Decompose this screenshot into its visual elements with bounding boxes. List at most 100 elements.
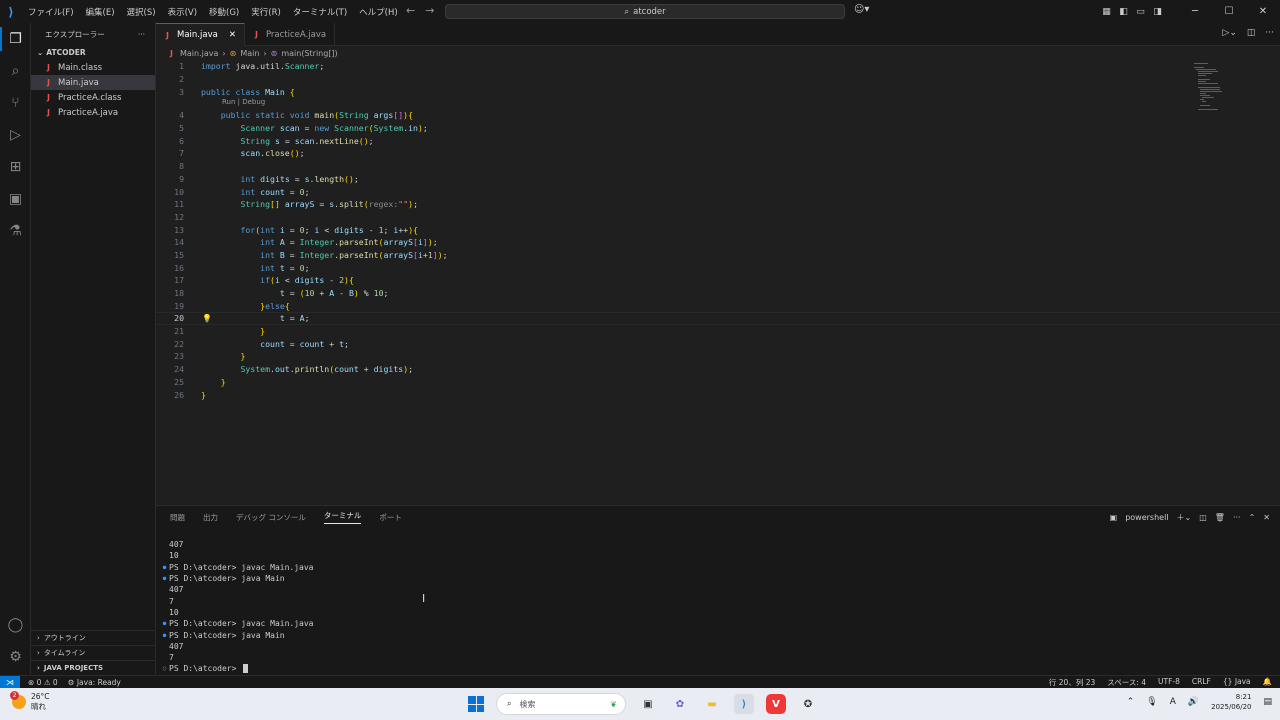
- clock[interactable]: 8:21 2025/06/20: [1211, 692, 1251, 712]
- account-icon[interactable]: ◯: [0, 609, 31, 641]
- close-panel-icon[interactable]: ✕: [1263, 513, 1270, 522]
- java-file-icon: J: [254, 30, 258, 39]
- panel-tab[interactable]: 出力: [203, 512, 218, 523]
- close-window-icon[interactable]: ✕: [1246, 6, 1280, 17]
- copilot-icon[interactable]: ☺▾: [854, 4, 869, 15]
- menu-item[interactable]: ヘルプ(H): [353, 6, 404, 18]
- app-icon[interactable]: ✪: [798, 694, 818, 714]
- more-actions-icon[interactable]: ···: [1233, 513, 1241, 522]
- breadcrumb-item[interactable]: Main.java: [180, 49, 218, 58]
- back-arrow-icon[interactable]: ←: [406, 4, 415, 17]
- toggle-panel-icon[interactable]: ▭: [1132, 7, 1149, 17]
- line-number: 12: [174, 211, 184, 222]
- volume-icon[interactable]: 🔊: [1188, 697, 1199, 707]
- toggle-sidebar-icon[interactable]: ◧: [1115, 7, 1132, 17]
- code-line: 3 public class Main {: [156, 85, 1280, 98]
- run-debug-icon[interactable]: ▷: [0, 119, 31, 151]
- menu-item[interactable]: 編集(E): [80, 6, 121, 18]
- extensions-icon[interactable]: ⊞: [0, 151, 31, 183]
- more-actions-icon[interactable]: ···: [138, 30, 145, 39]
- code-editor[interactable]: 1 import java.util.Scanner; 2 3 public class…: [156, 60, 1280, 401]
- maximize-panel-icon[interactable]: ⌃: [1249, 513, 1256, 522]
- settings-gear-icon[interactable]: ⚙: [0, 641, 31, 673]
- task-view-icon[interactable]: ▣: [638, 694, 658, 714]
- menu-item[interactable]: 選択(S): [121, 6, 162, 18]
- language-mode[interactable]: {} Java: [1223, 677, 1251, 688]
- terminal-line: ● PS D:\atcoder> java Main: [160, 573, 1260, 584]
- file-item[interactable]: J PracticeA.class: [31, 90, 155, 105]
- file-item[interactable]: J PracticeA.java: [31, 105, 155, 120]
- maximize-icon[interactable]: ☐: [1212, 6, 1246, 17]
- notification-icon[interactable]: ▤: [1263, 697, 1272, 707]
- terminal-text: PS D:\atcoder>: [169, 664, 242, 674]
- new-terminal-icon[interactable]: ＋⌄: [1177, 512, 1192, 523]
- terminal-line: ● PS D:\atcoder> javac Main.java: [160, 618, 1260, 629]
- copilot-app-icon[interactable]: ✿: [670, 694, 690, 714]
- minimize-icon[interactable]: ─: [1178, 6, 1212, 17]
- split-terminal-icon[interactable]: ◫: [1199, 513, 1207, 522]
- file-label: PracticeA.class: [58, 92, 122, 103]
- forward-arrow-icon[interactable]: →: [425, 4, 434, 17]
- terminal-shell-label[interactable]: powershell: [1125, 513, 1168, 522]
- remote-indicator-icon[interactable]: ⋊: [0, 675, 20, 689]
- layout-icon[interactable]: ▦: [1098, 7, 1115, 17]
- chevron-right-icon: ›: [37, 649, 40, 657]
- file-item[interactable]: J Main.java: [31, 75, 155, 90]
- vivaldi-icon[interactable]: V: [766, 694, 786, 714]
- explorer-header: エクスプローラー ···: [31, 23, 155, 45]
- ime-icon[interactable]: A: [1170, 697, 1176, 707]
- section-java-projects[interactable]: › JAVA PROJECTS: [31, 660, 156, 675]
- menu-item[interactable]: ターミナル(T): [287, 6, 353, 18]
- notifications-bell-icon[interactable]: 🔔: [1263, 677, 1272, 688]
- close-tab-icon[interactable]: ✕: [229, 30, 236, 40]
- split-editor-icon[interactable]: ◫: [1247, 28, 1256, 38]
- explorer-icon[interactable]: ❐: [0, 23, 31, 55]
- menu-item[interactable]: ファイル(F): [22, 6, 80, 18]
- encoding[interactable]: UTF-8: [1158, 677, 1180, 688]
- taskbar-search[interactable]: ⌕ 検索 ❦: [496, 693, 626, 715]
- windows-start-icon[interactable]: [468, 696, 484, 712]
- panel-tab[interactable]: ターミナル: [323, 510, 362, 524]
- codelens-run-debug[interactable]: Run | Debug: [156, 98, 1280, 109]
- breadcrumb-item[interactable]: Main: [240, 49, 259, 58]
- cursor-position[interactable]: 行 20、列 23: [1049, 677, 1095, 688]
- panel-tab[interactable]: 問題: [170, 512, 185, 523]
- microphone-icon[interactable]: 🎙: [1146, 697, 1157, 707]
- section-outline[interactable]: › アウトライン: [31, 630, 156, 645]
- remote-explorer-icon[interactable]: ▣: [0, 183, 31, 215]
- tab-main-java[interactable]: J Main.java ✕: [156, 23, 245, 46]
- menu-item[interactable]: 実行(R): [245, 6, 287, 18]
- menu-item[interactable]: 表示(V): [162, 6, 203, 18]
- code-line: 12: [156, 211, 1280, 224]
- trash-icon[interactable]: 🗑: [1215, 513, 1225, 522]
- menu-item[interactable]: 移動(G): [203, 6, 245, 18]
- testing-icon[interactable]: ⚗: [0, 215, 31, 247]
- search-view-icon[interactable]: ⌕: [0, 55, 31, 87]
- weather-widget[interactable]: 2 26°C 晴れ: [10, 691, 50, 712]
- terminal-output[interactable]: 407 10 ● PS D:\atcoder> javac Main.java ● PS …: [160, 539, 1260, 675]
- indentation[interactable]: スペース: 4: [1107, 677, 1146, 688]
- code-line: 25 }: [156, 376, 1280, 389]
- lightbulb-icon[interactable]: 💡: [202, 314, 212, 323]
- breadcrumb-item[interactable]: main(String[]): [281, 49, 337, 58]
- panel-tab[interactable]: デバッグ コンソール: [236, 512, 306, 523]
- folder-atcoder[interactable]: ⌄ ATCODER: [31, 45, 155, 60]
- code-text: count = count + t;: [260, 338, 349, 349]
- tab-practicea-java[interactable]: J PracticeA.java: [245, 23, 336, 46]
- vscode-app-icon[interactable]: ⟩: [734, 694, 754, 714]
- file-explorer-icon[interactable]: ▬: [702, 694, 722, 714]
- panel-tab[interactable]: ポート: [379, 512, 402, 523]
- nav-arrows: ← →: [406, 4, 434, 17]
- section-timeline[interactable]: › タイムライン: [31, 645, 156, 660]
- command-center-search[interactable]: ⌕ atcoder: [445, 4, 845, 19]
- source-control-icon[interactable]: ⑂: [0, 87, 31, 119]
- minimap[interactable]: [1192, 61, 1226, 121]
- end-of-line[interactable]: CRLF: [1192, 677, 1211, 688]
- problems-status[interactable]: ⊗ 0 ⚠ 0: [28, 678, 58, 687]
- more-actions-icon[interactable]: ···: [1265, 28, 1274, 38]
- toggle-secondary-sidebar-icon[interactable]: ◨: [1149, 7, 1166, 17]
- file-item[interactable]: J Main.class: [31, 60, 155, 75]
- chevron-up-icon[interactable]: ⌃: [1127, 697, 1135, 707]
- java-status[interactable]: ⚙ Java: Ready: [68, 678, 121, 687]
- run-icon[interactable]: ▷⌄: [1222, 28, 1236, 38]
